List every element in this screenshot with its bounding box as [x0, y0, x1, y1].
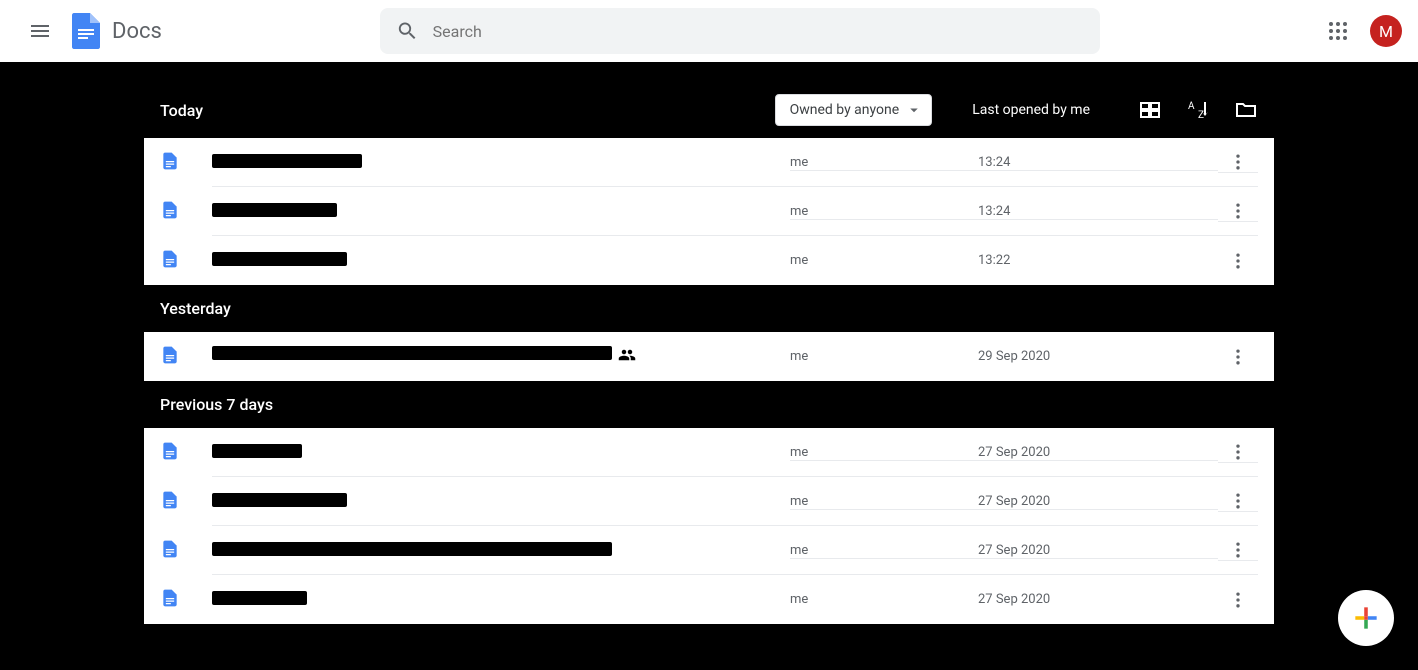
doc-title	[212, 493, 790, 511]
doc-more-button[interactable]	[1218, 491, 1258, 512]
apps-grid-icon	[1326, 19, 1350, 43]
grid-view-icon	[1138, 98, 1162, 122]
doc-title	[212, 252, 790, 270]
doc-more-button[interactable]	[1218, 442, 1258, 463]
doc-title	[212, 444, 790, 462]
doc-row[interactable]: me13:22	[144, 236, 1274, 285]
doc-more-button[interactable]	[1218, 251, 1258, 271]
search-bar[interactable]	[380, 8, 1100, 54]
doc-date: 13:24	[978, 155, 1218, 171]
search-input[interactable]	[433, 22, 1084, 41]
doc-row[interactable]: me13:24	[144, 187, 1274, 236]
doc-row[interactable]: me27 Sep 2020	[144, 428, 1274, 477]
doc-row[interactable]: me27 Sep 2020	[144, 526, 1274, 575]
header-right: M	[1318, 11, 1402, 51]
docs-file-icon	[160, 441, 184, 465]
sort-label: Last opened by me	[972, 102, 1090, 118]
docs-file-icon	[160, 588, 184, 612]
plus-multicolor-icon	[1350, 602, 1382, 634]
new-document-fab[interactable]	[1338, 590, 1394, 646]
doc-date: 13:24	[978, 204, 1218, 220]
docs-file-icon	[160, 539, 184, 563]
search-container	[162, 8, 1318, 54]
docs-file-icon	[160, 151, 184, 175]
doc-more-button[interactable]	[1218, 540, 1258, 561]
doc-row[interactable]: me27 Sep 2020	[144, 477, 1274, 526]
owner-filter-dropdown[interactable]: Owned by anyone	[775, 94, 933, 126]
main-menu-button[interactable]	[16, 7, 64, 55]
section-previous7-label: Previous 7 days	[144, 381, 1274, 428]
doc-title	[212, 542, 790, 560]
doc-owner: me	[790, 543, 978, 559]
doc-owner: me	[790, 204, 978, 220]
docs-file-icon	[160, 345, 184, 369]
doc-date: 27 Sep 2020	[978, 494, 1218, 510]
svg-text:Z: Z	[1198, 110, 1204, 121]
svg-text:A: A	[1188, 101, 1195, 112]
sort-az-icon: AZ	[1186, 98, 1210, 122]
doc-row[interactable]: me27 Sep 2020	[144, 575, 1274, 624]
doc-date: 29 Sep 2020	[978, 349, 1218, 364]
doc-title	[212, 591, 790, 609]
logo[interactable]: Docs	[68, 13, 162, 49]
doc-owner: me	[790, 253, 978, 268]
doc-title	[212, 203, 790, 221]
docs-file-icon	[160, 249, 184, 273]
app-name: Docs	[112, 19, 162, 44]
doc-date: 27 Sep 2020	[978, 592, 1218, 607]
doc-list-previous7: me27 Sep 2020me27 Sep 2020me27 Sep 2020m…	[144, 428, 1274, 624]
folder-icon	[1234, 98, 1258, 122]
search-icon	[396, 19, 419, 43]
doc-list-today: me13:24me13:24me13:22	[144, 138, 1274, 285]
owner-filter-label: Owned by anyone	[790, 102, 900, 118]
google-apps-button[interactable]	[1318, 11, 1358, 51]
open-file-picker-button[interactable]	[1234, 98, 1258, 122]
list-toolbar: Today Owned by anyone Last opened by me …	[144, 82, 1274, 138]
section-yesterday-label: Yesterday	[144, 285, 1274, 332]
doc-date: 27 Sep 2020	[978, 445, 1218, 461]
doc-owner: me	[790, 592, 978, 607]
doc-list-yesterday: me29 Sep 2020	[144, 332, 1274, 381]
doc-more-button[interactable]	[1218, 347, 1258, 367]
doc-owner: me	[790, 445, 978, 461]
doc-title	[212, 346, 790, 368]
doc-row[interactable]: me29 Sep 2020	[144, 332, 1274, 381]
docs-file-icon	[160, 200, 184, 224]
avatar-letter: M	[1379, 22, 1393, 41]
doc-owner: me	[790, 155, 978, 171]
doc-row[interactable]: me13:24	[144, 138, 1274, 187]
dropdown-arrow-icon	[905, 101, 923, 119]
doc-more-button[interactable]	[1218, 201, 1258, 222]
doc-title	[212, 154, 790, 172]
docs-file-icon	[160, 490, 184, 514]
section-today-label: Today	[160, 101, 203, 120]
header: Docs M	[0, 0, 1418, 62]
account-avatar[interactable]: M	[1370, 15, 1402, 47]
doc-more-button[interactable]	[1218, 152, 1258, 173]
grid-view-button[interactable]	[1138, 98, 1162, 122]
hamburger-icon	[28, 19, 52, 43]
doc-owner: me	[790, 494, 978, 510]
main-area: Today Owned by anyone Last opened by me …	[0, 62, 1418, 670]
doc-date: 13:22	[978, 253, 1218, 268]
doc-owner: me	[790, 349, 978, 364]
doc-date: 27 Sep 2020	[978, 543, 1218, 559]
doc-more-button[interactable]	[1218, 590, 1258, 610]
docs-logo-icon	[68, 13, 104, 49]
shared-icon	[618, 352, 636, 368]
sort-options-button[interactable]: AZ	[1186, 98, 1210, 122]
